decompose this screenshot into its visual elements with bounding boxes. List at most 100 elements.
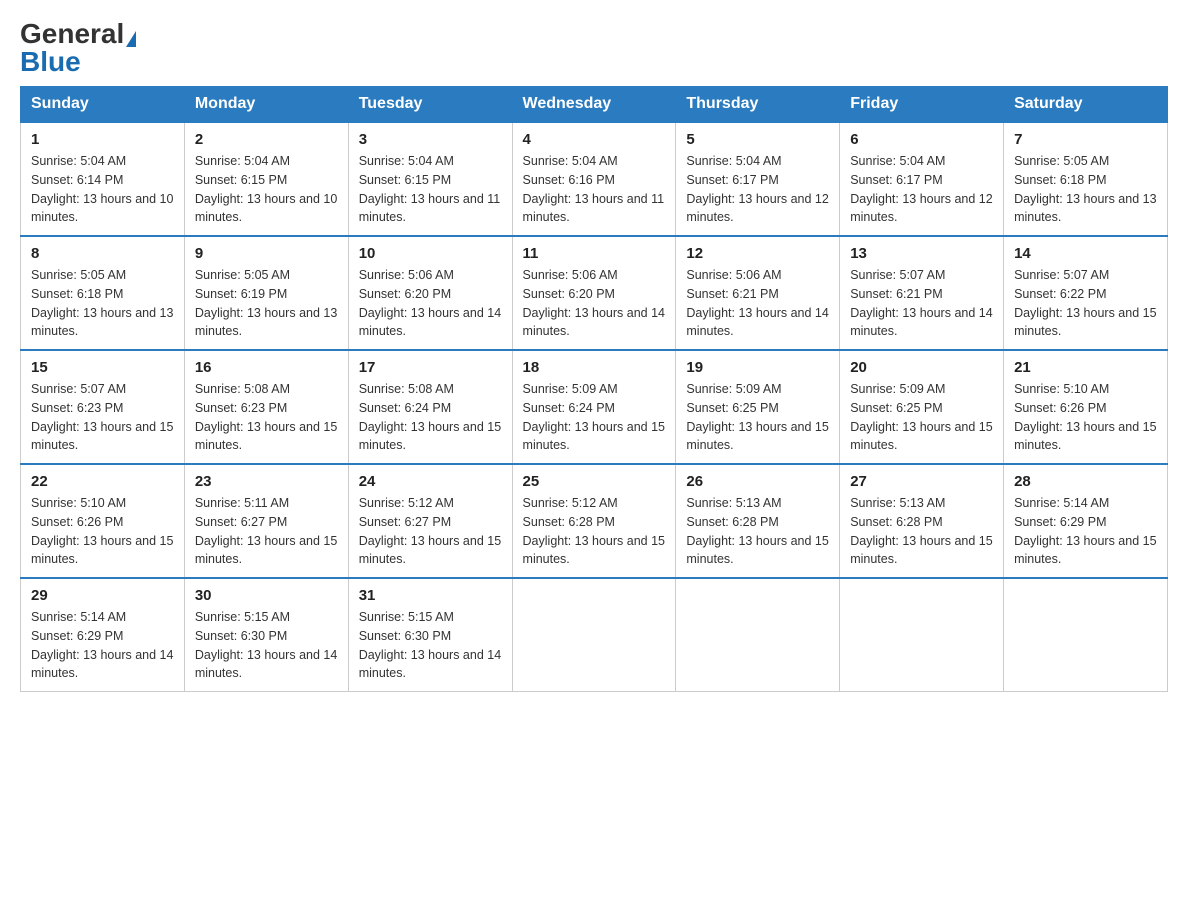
- day-info: Sunrise: 5:04 AMSunset: 6:17 PMDaylight:…: [850, 152, 993, 227]
- day-number: 18: [523, 359, 666, 376]
- calendar-cell: 8 Sunrise: 5:05 AMSunset: 6:18 PMDaylight…: [21, 236, 185, 350]
- calendar-cell: 20 Sunrise: 5:09 AMSunset: 6:25 PMDayligh…: [840, 350, 1004, 464]
- day-number: 7: [1014, 131, 1157, 148]
- day-number: 11: [523, 245, 666, 262]
- calendar-cell: 22 Sunrise: 5:10 AMSunset: 6:26 PMDayligh…: [21, 464, 185, 578]
- calendar-cell: [676, 578, 840, 692]
- calendar-cell: 24 Sunrise: 5:12 AMSunset: 6:27 PMDayligh…: [348, 464, 512, 578]
- day-info: Sunrise: 5:06 AMSunset: 6:21 PMDaylight:…: [686, 266, 829, 341]
- calendar-cell: [512, 578, 676, 692]
- header-friday: Friday: [840, 87, 1004, 123]
- calendar-cell: [840, 578, 1004, 692]
- day-number: 5: [686, 131, 829, 148]
- day-info: Sunrise: 5:09 AMSunset: 6:24 PMDaylight:…: [523, 380, 666, 455]
- calendar-cell: 4 Sunrise: 5:04 AMSunset: 6:16 PMDaylight…: [512, 122, 676, 236]
- calendar-table: SundayMondayTuesdayWednesdayThursdayFrid…: [20, 86, 1168, 692]
- logo-triangle-icon: [126, 31, 136, 47]
- header-monday: Monday: [184, 87, 348, 123]
- day-number: 23: [195, 473, 338, 490]
- day-info: Sunrise: 5:04 AMSunset: 6:17 PMDaylight:…: [686, 152, 829, 227]
- day-info: Sunrise: 5:06 AMSunset: 6:20 PMDaylight:…: [523, 266, 666, 341]
- logo-blue-text: Blue: [20, 48, 81, 76]
- calendar-cell: 30 Sunrise: 5:15 AMSunset: 6:30 PMDayligh…: [184, 578, 348, 692]
- calendar-cell: 16Sunrise: 5:08 AMSunset: 6:23 PMDayligh…: [184, 350, 348, 464]
- day-number: 8: [31, 245, 174, 262]
- day-number: 15: [31, 359, 174, 376]
- calendar-cell: 9 Sunrise: 5:05 AMSunset: 6:19 PMDaylight…: [184, 236, 348, 350]
- day-info: Sunrise: 5:09 AMSunset: 6:25 PMDaylight:…: [850, 380, 993, 455]
- day-info: Sunrise: 5:14 AMSunset: 6:29 PMDaylight:…: [31, 608, 174, 683]
- day-number: 29: [31, 587, 174, 604]
- week-row-3: 15Sunrise: 5:07 AMSunset: 6:23 PMDayligh…: [21, 350, 1168, 464]
- day-info: Sunrise: 5:08 AMSunset: 6:23 PMDaylight:…: [195, 380, 338, 455]
- calendar-cell: 3 Sunrise: 5:04 AMSunset: 6:15 PMDaylight…: [348, 122, 512, 236]
- day-info: Sunrise: 5:10 AMSunset: 6:26 PMDaylight:…: [1014, 380, 1157, 455]
- day-number: 12: [686, 245, 829, 262]
- calendar-cell: 1 Sunrise: 5:04 AMSunset: 6:14 PMDaylight…: [21, 122, 185, 236]
- logo: General Blue: [20, 20, 136, 76]
- day-number: 20: [850, 359, 993, 376]
- page-header: General Blue: [20, 20, 1168, 76]
- calendar-cell: 21 Sunrise: 5:10 AMSunset: 6:26 PMDayligh…: [1004, 350, 1168, 464]
- day-info: Sunrise: 5:09 AMSunset: 6:25 PMDaylight:…: [686, 380, 829, 455]
- calendar-cell: 17 Sunrise: 5:08 AMSunset: 6:24 PMDayligh…: [348, 350, 512, 464]
- header-sunday: Sunday: [21, 87, 185, 123]
- calendar-cell: [1004, 578, 1168, 692]
- day-info: Sunrise: 5:15 AMSunset: 6:30 PMDaylight:…: [195, 608, 338, 683]
- header-row: SundayMondayTuesdayWednesdayThursdayFrid…: [21, 87, 1168, 123]
- calendar-cell: 5 Sunrise: 5:04 AMSunset: 6:17 PMDaylight…: [676, 122, 840, 236]
- day-number: 21: [1014, 359, 1157, 376]
- calendar-cell: 6 Sunrise: 5:04 AMSunset: 6:17 PMDaylight…: [840, 122, 1004, 236]
- day-info: Sunrise: 5:06 AMSunset: 6:20 PMDaylight:…: [359, 266, 502, 341]
- calendar-cell: 11 Sunrise: 5:06 AMSunset: 6:20 PMDayligh…: [512, 236, 676, 350]
- day-number: 2: [195, 131, 338, 148]
- day-info: Sunrise: 5:04 AMSunset: 6:16 PMDaylight:…: [523, 152, 666, 227]
- header-tuesday: Tuesday: [348, 87, 512, 123]
- day-number: 10: [359, 245, 502, 262]
- day-info: Sunrise: 5:10 AMSunset: 6:26 PMDaylight:…: [31, 494, 174, 569]
- week-row-1: 1 Sunrise: 5:04 AMSunset: 6:14 PMDaylight…: [21, 122, 1168, 236]
- day-number: 26: [686, 473, 829, 490]
- day-number: 4: [523, 131, 666, 148]
- day-info: Sunrise: 5:08 AMSunset: 6:24 PMDaylight:…: [359, 380, 502, 455]
- day-number: 19: [686, 359, 829, 376]
- day-info: Sunrise: 5:04 AMSunset: 6:15 PMDaylight:…: [359, 152, 502, 227]
- header-saturday: Saturday: [1004, 87, 1168, 123]
- day-info: Sunrise: 5:12 AMSunset: 6:28 PMDaylight:…: [523, 494, 666, 569]
- day-info: Sunrise: 5:04 AMSunset: 6:14 PMDaylight:…: [31, 152, 174, 227]
- calendar-cell: 14Sunrise: 5:07 AMSunset: 6:22 PMDayligh…: [1004, 236, 1168, 350]
- day-number: 30: [195, 587, 338, 604]
- calendar-cell: 29 Sunrise: 5:14 AMSunset: 6:29 PMDayligh…: [21, 578, 185, 692]
- calendar-cell: 31Sunrise: 5:15 AMSunset: 6:30 PMDayligh…: [348, 578, 512, 692]
- day-info: Sunrise: 5:05 AMSunset: 6:19 PMDaylight:…: [195, 266, 338, 341]
- calendar-cell: 26 Sunrise: 5:13 AMSunset: 6:28 PMDayligh…: [676, 464, 840, 578]
- day-info: Sunrise: 5:05 AMSunset: 6:18 PMDaylight:…: [31, 266, 174, 341]
- calendar-cell: 2Sunrise: 5:04 AMSunset: 6:15 PMDaylight…: [184, 122, 348, 236]
- day-number: 27: [850, 473, 993, 490]
- calendar-cell: 7 Sunrise: 5:05 AMSunset: 6:18 PMDaylight…: [1004, 122, 1168, 236]
- logo-general-text: General: [20, 18, 124, 49]
- day-number: 28: [1014, 473, 1157, 490]
- day-number: 6: [850, 131, 993, 148]
- calendar-cell: 12 Sunrise: 5:06 AMSunset: 6:21 PMDayligh…: [676, 236, 840, 350]
- calendar-cell: 10 Sunrise: 5:06 AMSunset: 6:20 PMDayligh…: [348, 236, 512, 350]
- week-row-2: 8 Sunrise: 5:05 AMSunset: 6:18 PMDaylight…: [21, 236, 1168, 350]
- calendar-cell: 15Sunrise: 5:07 AMSunset: 6:23 PMDayligh…: [21, 350, 185, 464]
- day-number: 22: [31, 473, 174, 490]
- day-number: 17: [359, 359, 502, 376]
- day-number: 3: [359, 131, 502, 148]
- day-info: Sunrise: 5:07 AMSunset: 6:21 PMDaylight:…: [850, 266, 993, 341]
- calendar-cell: 27Sunrise: 5:13 AMSunset: 6:28 PMDayligh…: [840, 464, 1004, 578]
- day-number: 24: [359, 473, 502, 490]
- day-info: Sunrise: 5:13 AMSunset: 6:28 PMDaylight:…: [686, 494, 829, 569]
- day-info: Sunrise: 5:12 AMSunset: 6:27 PMDaylight:…: [359, 494, 502, 569]
- day-number: 9: [195, 245, 338, 262]
- week-row-5: 29 Sunrise: 5:14 AMSunset: 6:29 PMDayligh…: [21, 578, 1168, 692]
- day-info: Sunrise: 5:15 AMSunset: 6:30 PMDaylight:…: [359, 608, 502, 683]
- day-number: 1: [31, 131, 174, 148]
- header-wednesday: Wednesday: [512, 87, 676, 123]
- calendar-cell: 23Sunrise: 5:11 AMSunset: 6:27 PMDayligh…: [184, 464, 348, 578]
- calendar-cell: 25Sunrise: 5:12 AMSunset: 6:28 PMDayligh…: [512, 464, 676, 578]
- day-info: Sunrise: 5:05 AMSunset: 6:18 PMDaylight:…: [1014, 152, 1157, 227]
- calendar-cell: 13Sunrise: 5:07 AMSunset: 6:21 PMDayligh…: [840, 236, 1004, 350]
